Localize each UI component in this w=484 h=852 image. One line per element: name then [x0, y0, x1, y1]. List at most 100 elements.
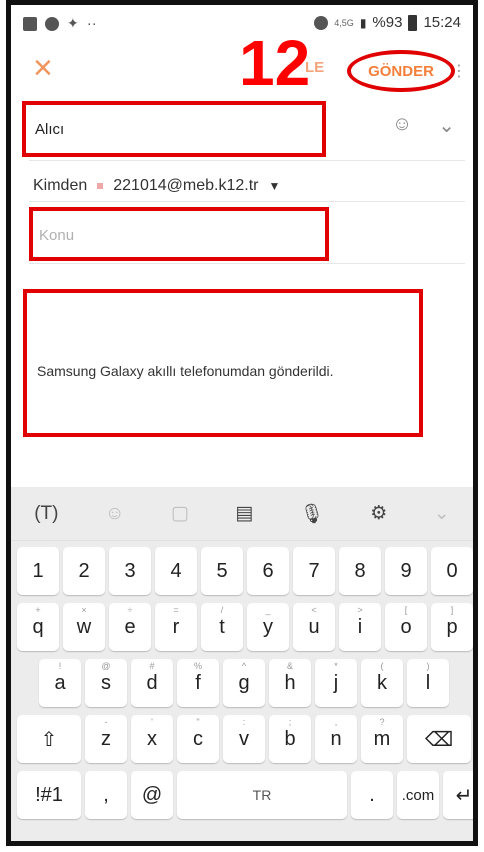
key-label: j [333, 671, 339, 694]
from-divider [29, 201, 465, 202]
key-h[interactable]: & h [269, 659, 311, 707]
key-secondary-label: & [286, 661, 293, 671]
contact-picker-icon[interactable]: ☺ [392, 113, 412, 138]
key-secondary-label: + [35, 605, 41, 615]
emoji-icon[interactable]: ☺ [105, 503, 124, 525]
from-row[interactable]: Kimden 221014@meb.k12.tr ▼ [33, 177, 280, 195]
battery-percent: %93 [372, 14, 403, 31]
comma-key[interactable]: , [85, 771, 127, 819]
to-field[interactable]: Alıcı [35, 121, 64, 138]
chevron-down-icon[interactable]: ⌄ [438, 113, 455, 138]
key-x[interactable]: ' x [131, 715, 173, 763]
key-secondary-label: / [220, 605, 224, 615]
key-label: g [238, 671, 250, 694]
contact-icon [45, 16, 59, 31]
key-secondary-label: ! [58, 661, 62, 671]
key-2[interactable]: 2 [63, 547, 105, 595]
key-secondary-label: * [334, 661, 338, 671]
key-t[interactable]: / t [201, 603, 243, 651]
key-label: h [284, 671, 296, 694]
key-w[interactable]: × w [63, 603, 105, 651]
clipboard-icon[interactable]: ▤ [235, 502, 253, 525]
key-y[interactable]: _ y [247, 603, 289, 651]
key-g[interactable]: ^ g [223, 659, 265, 707]
key-label: a [54, 671, 66, 694]
key-s[interactable]: @ s [85, 659, 127, 707]
key-v[interactable]: :v [223, 715, 265, 763]
caret-down-icon[interactable]: ▼ [268, 179, 280, 193]
key-l[interactable]: ) l [407, 659, 449, 707]
key-i[interactable]: > i [339, 603, 381, 651]
keyboard-toolbar: (T) ☺ ▢ ▤ 🎙 ⚙ ⌄ [11, 487, 473, 541]
collapse-icon[interactable]: ⌄ [434, 502, 450, 525]
key-k[interactable]: (k [361, 659, 403, 707]
space-key[interactable]: TR [177, 771, 347, 819]
key-secondary-label: ; [288, 717, 292, 727]
key-label: u [308, 615, 320, 638]
to-field-highlight [22, 101, 326, 157]
key-9[interactable]: 9 [385, 547, 427, 595]
key-c[interactable]: " c [177, 715, 219, 763]
close-icon[interactable]: × [33, 51, 53, 85]
signature-text[interactable]: Samsung Galaxy akıllı telefonumdan gönde… [37, 363, 334, 379]
key-0[interactable]: 0 [431, 547, 473, 595]
key-label: s [101, 671, 111, 694]
key-b[interactable]: ; b [269, 715, 311, 763]
text-style-icon[interactable]: (T) [34, 503, 58, 525]
subject-divider [29, 263, 465, 264]
overflow-menu-icon[interactable]: ⋮ [451, 61, 467, 81]
key-secondary-label: , [334, 717, 338, 727]
key-e[interactable]: ÷ e [109, 603, 151, 651]
twitter-icon: ✦ [67, 15, 79, 31]
key-label: e [124, 615, 136, 638]
backspace-key[interactable]: ⌫ [407, 715, 471, 763]
enter-key[interactable]: ↵ [443, 771, 473, 819]
key-secondary-label: > [357, 605, 363, 615]
key-5[interactable]: 5 [201, 547, 243, 595]
key-secondary-label: ÷ [127, 605, 133, 615]
key-f[interactable]: % f [177, 659, 219, 707]
key-3[interactable]: 3 [109, 547, 151, 595]
clock: 15:24 [423, 14, 461, 31]
key-7[interactable]: 7 [293, 547, 335, 595]
key-r[interactable]: = r [155, 603, 197, 651]
gallery-icon [23, 16, 37, 31]
microphone-icon[interactable]: 🎙 [300, 502, 324, 526]
key-z[interactable]: -z [85, 715, 127, 763]
period-key[interactable]: . [351, 771, 393, 819]
key-label: o [400, 615, 412, 638]
key-u[interactable]: < u [293, 603, 335, 651]
from-address: 221014@meb.k12.tr [113, 177, 259, 194]
key-secondary-label: - [104, 717, 108, 727]
phone-frame: ✦ ·· 4,5G ▮ %93 15:24 × LE 12 GÖNDER ⋮ ☺… [6, 0, 478, 846]
more-notifications-icon: ·· [86, 15, 97, 32]
network-label: 4,5G [334, 17, 354, 28]
settings-icon[interactable]: ⚙ [370, 502, 387, 525]
key-8[interactable]: 8 [339, 547, 381, 595]
subject-input[interactable]: Konu [39, 227, 74, 244]
key-4[interactable]: 4 [155, 547, 197, 595]
shift-key[interactable]: ⇧ [17, 715, 81, 763]
key-label: i [357, 615, 363, 638]
send-button[interactable]: GÖNDER [347, 50, 455, 92]
key-6[interactable]: 6 [247, 547, 289, 595]
key-secondary-label: ] [450, 605, 454, 615]
sticker-icon[interactable]: ▢ [171, 502, 189, 525]
key-a[interactable]: ! a [39, 659, 81, 707]
key-d[interactable]: # d [131, 659, 173, 707]
key-m[interactable]: ? m [361, 715, 403, 763]
key-j[interactable]: * j [315, 659, 357, 707]
key-p[interactable]: ] p [431, 603, 473, 651]
key-q[interactable]: + q [17, 603, 59, 651]
key-label: f [195, 671, 201, 694]
key-1[interactable]: 1 [17, 547, 59, 595]
dotcom-key[interactable]: .com [397, 771, 439, 819]
key-o[interactable]: [o [385, 603, 427, 651]
key-n[interactable]: ,n [315, 715, 357, 763]
at-key[interactable]: @ [131, 771, 173, 819]
key-label: b [284, 727, 296, 750]
symbols-key[interactable]: !#1 [17, 771, 81, 819]
key-label: r [172, 615, 180, 638]
keyboard: (T) ☺ ▢ ▤ 🎙 ⚙ ⌄ 1 2 3 4 5 6 7 8 9 0 + q × w… [11, 487, 473, 841]
key-secondary-label: : [242, 717, 246, 727]
